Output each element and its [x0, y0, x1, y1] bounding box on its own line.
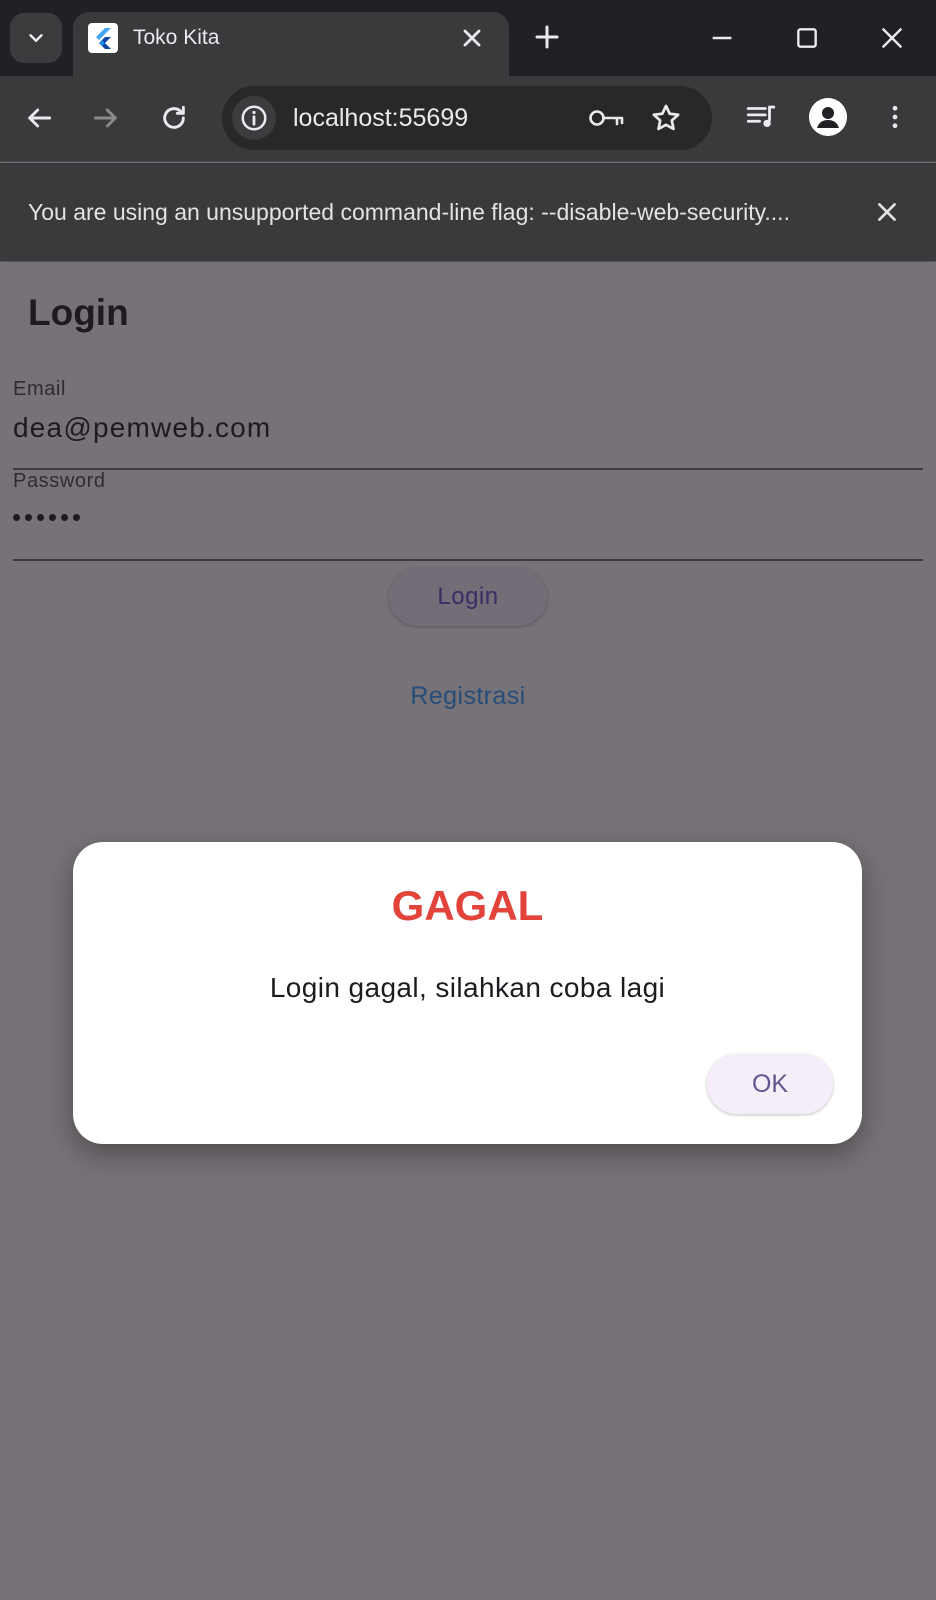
profile-button[interactable]: [809, 98, 847, 136]
media-queue-icon: [746, 105, 776, 128]
maximize-icon: [797, 28, 817, 48]
browser-tabstrip: Toko Kita: [0, 0, 936, 76]
back-arrow-icon: [28, 108, 52, 128]
star-icon: [652, 104, 680, 131]
back-button[interactable]: [23, 102, 55, 134]
bookmark-button[interactable]: [649, 101, 683, 135]
browser-toolbar: localhost:55699: [0, 76, 936, 162]
email-input[interactable]: dea@pemweb.com: [13, 412, 271, 444]
url-text[interactable]: localhost:55699: [293, 104, 468, 133]
ok-button[interactable]: OK: [707, 1054, 833, 1114]
browser-menu-button[interactable]: [880, 100, 910, 134]
close-icon: [881, 27, 903, 49]
close-icon: [463, 29, 481, 47]
password-field[interactable]: Password: [13, 470, 923, 561]
forward-arrow-icon: [93, 108, 117, 128]
page-title: Login: [28, 292, 129, 333]
reload-button[interactable]: [158, 102, 190, 134]
forward-button[interactable]: [90, 102, 122, 134]
dialog-message: Login gagal, silahkan coba lagi: [269, 972, 666, 1003]
minimize-icon: [712, 36, 732, 40]
close-icon: [878, 203, 896, 221]
tab-title: Toko Kita: [133, 26, 220, 49]
key-icon: [589, 110, 624, 126]
new-tab-button[interactable]: [532, 22, 562, 52]
chevron-down-icon: [29, 34, 43, 42]
warning-infobar: You are using an unsupported command-lin…: [0, 163, 936, 261]
media-controls-button[interactable]: [744, 100, 778, 134]
email-field[interactable]: Email dea@pemweb.com: [13, 378, 923, 470]
site-info-icon: [241, 105, 267, 131]
password-key-button[interactable]: [587, 103, 627, 133]
infobar-message: You are using an unsupported command-lin…: [28, 199, 790, 225]
plus-icon: [535, 25, 559, 49]
close-tab-button[interactable]: [458, 24, 486, 52]
window-minimize-button[interactable]: [706, 22, 738, 54]
address-bar[interactable]: localhost:55699: [222, 86, 712, 150]
window-maximize-button[interactable]: [791, 22, 823, 54]
tab-search-button[interactable]: [10, 13, 62, 63]
alert-dialog: GAGAL Login gagal, silahkan coba lagi OK: [73, 842, 862, 1144]
more-vert-icon: [892, 105, 898, 129]
profile-icon: [809, 98, 847, 136]
register-link[interactable]: Registrasi: [0, 682, 936, 711]
infobar-close-button[interactable]: [874, 199, 900, 225]
login-button[interactable]: Login: [389, 568, 547, 626]
dialog-title: GAGAL: [391, 882, 544, 929]
reload-icon: [163, 105, 185, 129]
password-input[interactable]: [13, 514, 80, 521]
browser-tab[interactable]: Toko Kita: [73, 12, 509, 76]
site-info-button[interactable]: [232, 96, 276, 140]
email-label: Email: [13, 378, 67, 400]
window-close-button[interactable]: [876, 22, 908, 54]
password-label: Password: [13, 470, 106, 492]
flutter-logo-icon: [88, 23, 118, 53]
